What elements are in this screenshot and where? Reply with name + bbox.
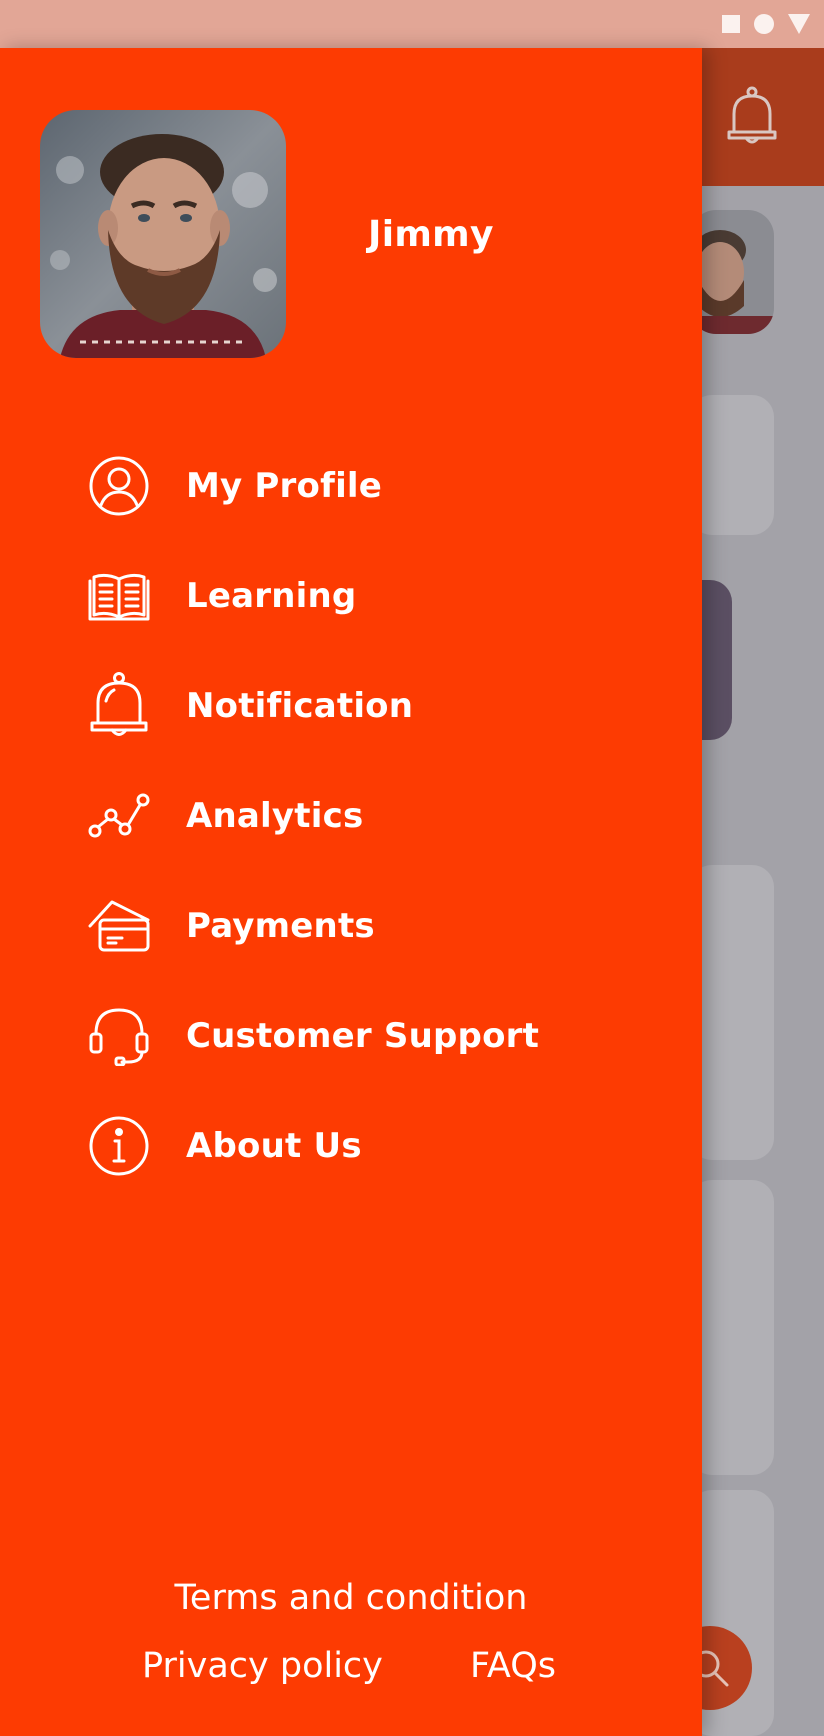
signal-triangle-icon (788, 14, 810, 34)
user-circle-icon (86, 453, 152, 519)
background-card (690, 1180, 774, 1475)
privacy-policy-link[interactable]: Privacy policy (142, 1646, 383, 1686)
status-bar (0, 0, 824, 48)
menu-item-analytics[interactable]: Analytics (86, 776, 646, 856)
app-screen: Jimmy My Profile Learning Notification A… (0, 0, 824, 1736)
bell-icon (86, 672, 152, 739)
menu-label: Learning (186, 576, 357, 616)
background-card (690, 395, 774, 535)
menu-label: Payments (186, 906, 375, 946)
avatar[interactable] (40, 110, 286, 358)
credit-card-icon (86, 893, 152, 959)
menu-item-about-us[interactable]: About Us (86, 1106, 646, 1186)
profile-photo (40, 110, 286, 358)
menu-item-notification[interactable]: Notification (86, 666, 646, 746)
background-card (690, 865, 774, 1160)
recent-apps-icon (722, 15, 740, 33)
open-book-icon (86, 563, 152, 629)
menu-label: My Profile (186, 466, 383, 506)
analytics-line-icon (86, 783, 152, 849)
headset-icon (86, 1003, 152, 1069)
menu-item-learning[interactable]: Learning (86, 556, 646, 636)
menu-label: Customer Support (186, 1016, 540, 1056)
home-circle-icon (754, 14, 774, 34)
navigation-drawer: Jimmy My Profile Learning Notification A… (0, 48, 702, 1736)
menu-item-my-profile[interactable]: My Profile (86, 446, 646, 526)
menu-item-customer-support[interactable]: Customer Support (86, 996, 646, 1076)
menu-label: Analytics (186, 796, 364, 836)
info-circle-icon (86, 1113, 152, 1179)
user-name: Jimmy (368, 214, 494, 255)
menu-label: About Us (186, 1126, 362, 1166)
menu-label: Notification (186, 686, 414, 726)
background-avatar (690, 210, 774, 334)
background-bell-icon (727, 86, 777, 144)
menu-item-payments[interactable]: Payments (86, 886, 646, 966)
terms-link[interactable]: Terms and condition (0, 1578, 702, 1618)
faqs-link[interactable]: FAQs (470, 1646, 556, 1686)
